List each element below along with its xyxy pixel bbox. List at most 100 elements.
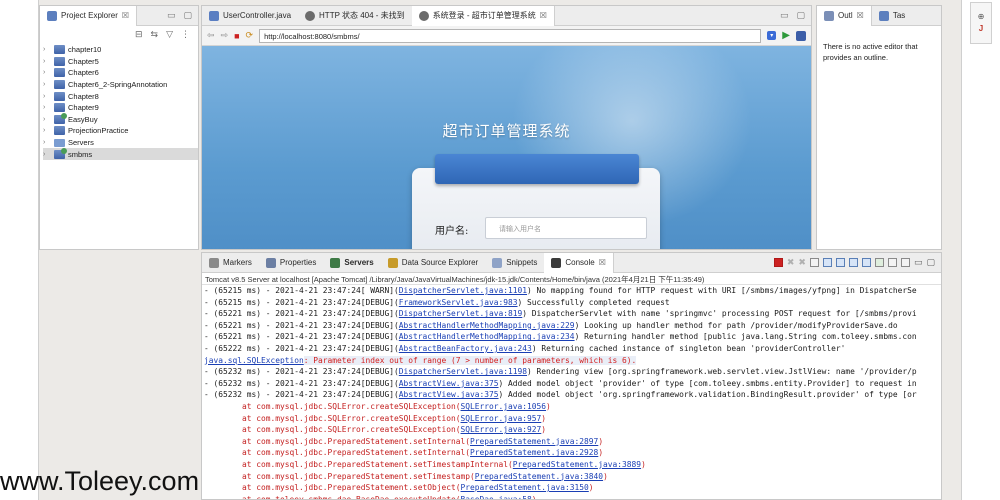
source-link[interactable]: PreparedStatement.java:2897 — [470, 437, 598, 446]
minimize-icon[interactable]: ▭ — [167, 10, 176, 21]
tab-markers[interactable]: Markers — [202, 253, 259, 273]
chevron-right-icon[interactable]: › — [43, 81, 51, 88]
source-link[interactable]: PreparedStatement.java:3150 — [461, 483, 589, 492]
tree-item-projectionpractice[interactable]: › ProjectionPractice — [43, 125, 198, 137]
remove-launch-icon[interactable]: ✖ — [787, 257, 795, 268]
source-link[interactable]: FrameworkServlet.java:983 — [399, 298, 518, 307]
view-menu-icon[interactable]: ⋮ — [181, 29, 190, 41]
source-link[interactable]: AbstractView.java:375 — [399, 390, 499, 399]
remove-all-icon[interactable]: ✖ — [798, 257, 806, 268]
show-stderr-icon[interactable] — [861, 258, 871, 267]
source-link[interactable]: SQLError.java:927 — [461, 425, 542, 434]
minimize-icon[interactable]: ▭ — [780, 10, 789, 21]
tab-outline[interactable]: Outl ☒ — [817, 6, 872, 26]
username-input[interactable]: 请输入用户名 — [485, 217, 647, 239]
tab-servers[interactable]: Servers — [323, 253, 380, 273]
source-link[interactable]: AbstractHandlerMethodMapping.java:229 — [399, 321, 575, 330]
tab-http-404[interactable]: HTTP 状态 404 - 未找到 — [298, 6, 412, 26]
chevron-right-icon[interactable]: › — [43, 46, 51, 53]
go-icon[interactable]: ▶ — [782, 30, 790, 41]
url-input[interactable]: http://localhost:8080/smbms/ — [259, 28, 762, 43]
tree-item-chapter6[interactable]: › Chapter6 — [43, 67, 198, 79]
source-link[interactable]: DispatcherServlet.java:1101 — [399, 286, 527, 295]
chevron-right-icon[interactable]: › — [43, 58, 51, 65]
tab-tasks[interactable]: Tas — [872, 6, 912, 26]
chevron-right-icon[interactable]: › — [43, 151, 51, 158]
java-ee-perspective-icon[interactable]: J — [971, 24, 991, 33]
exception-link[interactable]: java.sql.SQLException — [204, 356, 304, 365]
web-project-icon — [54, 112, 67, 124]
chevron-right-icon[interactable]: › — [43, 93, 51, 100]
tab-project-explorer[interactable]: Project Explorer ☒ — [40, 6, 138, 26]
chevron-right-icon[interactable]: › — [43, 139, 51, 146]
chevron-right-icon[interactable]: › — [43, 104, 51, 111]
tab-properties[interactable]: Properties — [259, 253, 323, 273]
maximize-icon[interactable]: ▢ — [926, 257, 935, 268]
close-icon[interactable]: ☒ — [540, 11, 547, 20]
source-link[interactable]: PreparedStatement.java:3840 — [475, 472, 603, 481]
close-icon[interactable]: ☒ — [122, 11, 129, 20]
open-console-icon[interactable] — [900, 258, 910, 267]
source-link[interactable]: SQLError.java:957 — [461, 414, 542, 423]
source-link[interactable]: DispatcherServlet.java:1198 — [399, 367, 527, 376]
forward-icon[interactable]: ⇨ — [221, 30, 229, 41]
source-link[interactable]: BaseDao.java:58 — [461, 495, 532, 499]
tree-item-easybuy[interactable]: › EasyBuy — [43, 112, 198, 126]
open-external-icon[interactable] — [796, 30, 806, 41]
chevron-down-icon[interactable]: ▾ — [767, 31, 777, 40]
chevron-right-icon[interactable]: › — [43, 116, 51, 123]
stop-icon[interactable]: ■ — [234, 31, 239, 41]
link-editor-icon[interactable]: ⇆ — [151, 29, 159, 41]
log-text: ) — [588, 483, 594, 493]
word-wrap-icon[interactable] — [835, 258, 845, 267]
log-text: ) Added model object 'provider' of type … — [498, 378, 917, 388]
source-link[interactable]: DispatcherServlet.java:819 — [399, 309, 523, 318]
tree-item-chapter10[interactable]: › chapter10 — [43, 44, 198, 56]
perspective-icon[interactable]: ⊕ — [971, 12, 991, 21]
source-link[interactable]: SQLError.java:1056 — [461, 402, 547, 411]
source-link[interactable]: AbstractBeanFactory.java:243 — [399, 344, 532, 353]
source-link[interactable]: PreparedStatement.java:3889 — [513, 460, 641, 469]
back-icon[interactable]: ⇦ — [207, 30, 215, 41]
maximize-icon[interactable]: ▢ — [183, 10, 192, 21]
window-controls: ▭ ▢ — [167, 10, 192, 21]
collapse-all-icon[interactable]: ⊟ — [135, 29, 143, 41]
tab-console[interactable]: Console ☒ — [544, 253, 614, 273]
close-icon[interactable]: ☒ — [857, 11, 864, 20]
tab-data-source-explorer[interactable]: Data Source Explorer — [381, 253, 485, 273]
tab-usercontroller[interactable]: UserController.java — [202, 6, 298, 26]
tree-item-smbms[interactable]: › smbms — [43, 147, 198, 160]
scroll-lock-icon[interactable] — [822, 258, 832, 267]
tree-item-chapter9[interactable]: › Chapter9 — [43, 102, 198, 114]
log-text: - (65232 ms) - 2021-4-21 23:47:24[DEBUG]… — [204, 378, 399, 388]
pin-console-icon[interactable] — [874, 258, 884, 267]
globe-icon — [418, 10, 429, 21]
close-icon[interactable]: ☒ — [599, 258, 606, 267]
project-icon — [54, 91, 65, 101]
log-text: - (65215 ms) - 2021-4-21 23:47:24[DEBUG]… — [204, 297, 399, 307]
tree-item-chapter6-2[interactable]: › Chapter6_2-SpringAnnotation — [43, 79, 198, 91]
maximize-icon[interactable]: ▢ — [796, 10, 805, 21]
stack-trace-line: at com.mysql.jdbc.SQLError.createSQLExce… — [204, 424, 939, 436]
chevron-right-icon[interactable]: › — [43, 127, 51, 134]
minimize-icon[interactable]: ▭ — [914, 257, 923, 268]
source-link[interactable]: PreparedStatement.java:2928 — [470, 448, 598, 457]
tree-item-chapter5[interactable]: › Chapter5 — [43, 56, 198, 68]
project-icon — [54, 45, 65, 55]
perspective-switcher[interactable]: ⊕ J — [970, 2, 992, 44]
tab-system-login[interactable]: 系统登录 - 超市订单管理系统 ☒ — [411, 6, 555, 26]
display-console-icon[interactable] — [887, 258, 897, 267]
refresh-icon[interactable]: ⟳ — [246, 30, 254, 41]
source-link[interactable]: AbstractHandlerMethodMapping.java:234 — [399, 332, 575, 341]
source-link[interactable]: AbstractView.java:375 — [399, 379, 499, 388]
clear-console-icon[interactable] — [809, 258, 819, 267]
editor-tabbar: UserController.java HTTP 状态 404 - 未找到 系统… — [202, 6, 811, 26]
show-stdout-icon[interactable] — [848, 258, 858, 267]
terminate-icon[interactable] — [773, 258, 783, 267]
tree-item-chapter8[interactable]: › Chapter8 — [43, 90, 198, 102]
tree-item-servers[interactable]: › Servers — [43, 137, 198, 149]
tab-snippets[interactable]: Snippets — [485, 253, 544, 273]
browser-toolbar: ⇦ ⇨ ■ ⟳ http://localhost:8080/smbms/ ▾ ▶ — [202, 26, 811, 46]
filter-icon[interactable]: ▽ — [166, 29, 173, 41]
chevron-right-icon[interactable]: › — [43, 69, 51, 76]
